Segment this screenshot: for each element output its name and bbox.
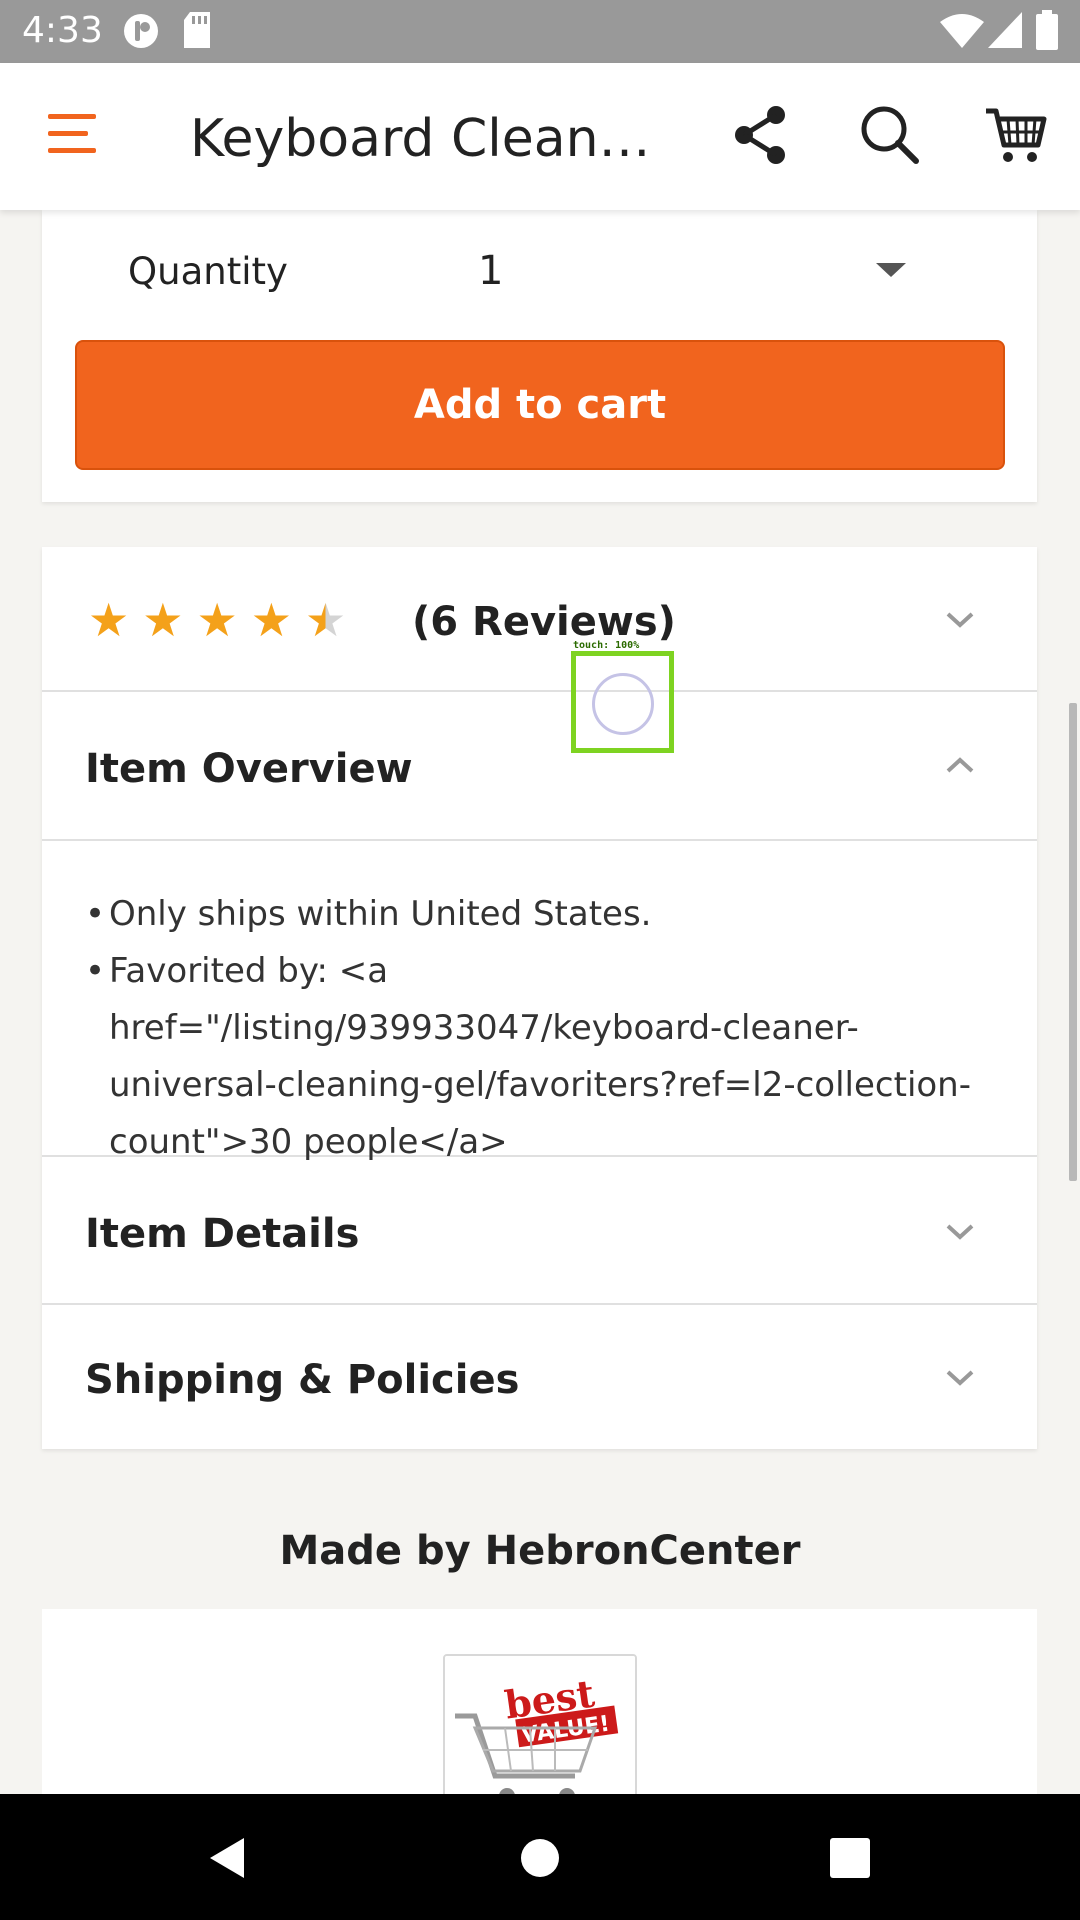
chevron-down-icon <box>876 263 906 277</box>
app-bar: Keyboard Cleane… <box>0 63 1080 210</box>
shipping-policies-title: Shipping & Policies <box>85 1357 520 1403</box>
star-icon: ★ <box>142 593 184 647</box>
item-overview-header[interactable]: Item Overview <box>42 692 1037 841</box>
half-star-icon: ★ <box>305 593 347 647</box>
list-item: Favorited by: <a href="/listing/93993304… <box>85 943 1005 1171</box>
accordion-card: ★ ★ ★ ★ ★ (6 Reviews) Item Overview Only… <box>42 547 1037 1449</box>
status-time: 4:33 <box>22 10 103 51</box>
touch-indicator-label: touch: 100% <box>573 640 640 651</box>
item-details-header[interactable]: Item Details <box>42 1157 1037 1305</box>
chevron-down-icon <box>945 1368 975 1388</box>
cart-icon[interactable] <box>984 103 1048 167</box>
reviews-row[interactable]: ★ ★ ★ ★ ★ (6 Reviews) <box>42 547 1037 692</box>
star-icon: ★ <box>250 593 292 647</box>
star-icon: ★ <box>88 593 130 647</box>
rating-stars: ★ ★ ★ ★ ★ <box>88 597 346 643</box>
sd-card-icon <box>182 12 212 53</box>
list-item: Only ships within United States. <box>85 886 1005 943</box>
back-icon[interactable] <box>204 1834 252 1882</box>
quantity-value: 1 <box>478 248 504 294</box>
search-icon[interactable] <box>858 103 922 167</box>
item-overview-body: Only ships within United States. Favorit… <box>42 841 1037 1162</box>
page-title: Keyboard Cleane… <box>190 109 680 169</box>
scrollbar-thumb[interactable] <box>1069 703 1077 1181</box>
signal-icon <box>988 12 1022 53</box>
star-icon: ★ <box>196 593 238 647</box>
chevron-up-icon <box>945 755 975 775</box>
data-saver-icon <box>122 12 160 55</box>
battery-icon <box>1036 10 1058 55</box>
item-overview-title: Item Overview <box>85 746 413 792</box>
overview-list: Only ships within United States. Favorit… <box>85 886 1005 1171</box>
chevron-down-icon <box>945 1222 975 1242</box>
quantity-card: Quantity 1 Add to cart <box>42 210 1037 502</box>
share-icon[interactable] <box>730 103 794 167</box>
home-icon[interactable] <box>516 1834 564 1882</box>
shop-logo[interactable]: best VALUE! <box>443 1654 637 1814</box>
menu-icon[interactable] <box>48 114 98 154</box>
item-details-title: Item Details <box>85 1211 360 1257</box>
recents-icon[interactable] <box>826 1834 874 1882</box>
quantity-select[interactable]: 1 <box>422 230 962 310</box>
wifi-icon <box>940 14 984 53</box>
add-to-cart-button[interactable]: Add to cart <box>75 340 1005 470</box>
shop-maker-title: Made by HebronCenter <box>279 1528 801 1574</box>
system-nav-bar <box>0 1794 1080 1920</box>
chevron-down-icon <box>945 610 975 630</box>
quantity-label: Quantity <box>128 250 288 293</box>
shop-card: best VALUE! <box>42 1609 1037 1814</box>
reviews-count: (6 Reviews) <box>412 599 676 645</box>
touch-indicator-circle <box>592 673 654 735</box>
status-bar: 4:33 <box>0 0 1080 63</box>
shipping-policies-header[interactable]: Shipping & Policies <box>42 1305 1037 1449</box>
